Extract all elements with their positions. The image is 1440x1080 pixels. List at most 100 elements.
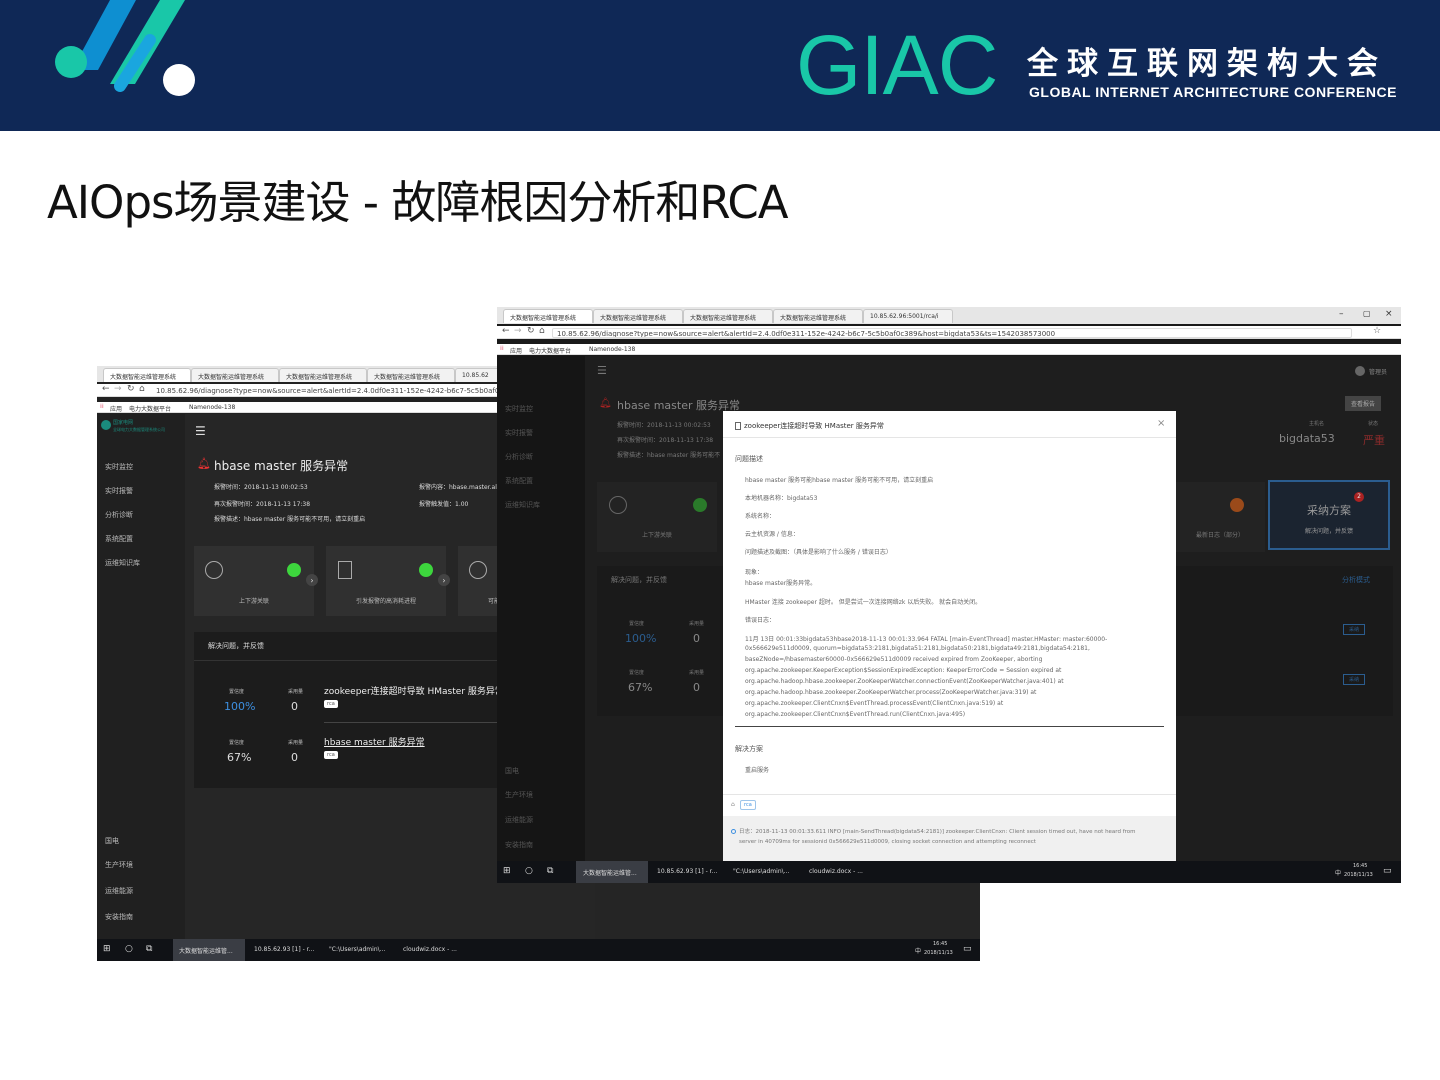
- bookmark-bigdata[interactable]: 电力大数据平台: [129, 404, 171, 413]
- close-window-icon[interactable]: ×: [1385, 309, 1393, 319]
- card-upstream[interactable]: 上下游关联: [597, 482, 717, 552]
- modal-line: 0x566629e511d0009, quorum=bigdata53:2181…: [745, 645, 1090, 652]
- browser-tab[interactable]: 大数据智能运维管理系统: [103, 368, 191, 382]
- panel-hint[interactable]: 分析模式: [1342, 575, 1370, 585]
- chevron-right-icon[interactable]: ›: [306, 574, 318, 586]
- notification-icon[interactable]: ▭: [1383, 866, 1392, 876]
- url-field[interactable]: 10.85.62.96/diagnose?type=now&source=ale…: [552, 328, 1352, 338]
- search-icon[interactable]: ○: [525, 866, 533, 876]
- minimize-icon[interactable]: –: [1339, 309, 1344, 319]
- url-field[interactable]: 10.85.62.96/diagnose?type=now&source=ale…: [152, 386, 512, 396]
- menu-item[interactable]: 分析诊断: [505, 452, 533, 462]
- taskbar-item-word[interactable]: cloudwiz.docx - ...: [403, 946, 457, 953]
- confidence-value: 67%: [628, 681, 653, 694]
- menu-item[interactable]: 实时报警: [505, 428, 533, 438]
- menu-item-monitor[interactable]: 实时监控: [105, 462, 133, 472]
- forward-arrow-icon[interactable]: →: [114, 384, 122, 394]
- card-high-consumption[interactable]: 引发报警的高消耗进程 ›: [326, 546, 450, 616]
- clock-time[interactable]: 16:45: [933, 941, 947, 947]
- card-latest-log[interactable]: 最新日志（部分）: [1175, 482, 1265, 552]
- reload-icon[interactable]: ↻: [527, 326, 535, 336]
- adopt-solution-card[interactable]: 采纳方案 2 解决问题，并反馈: [1268, 480, 1390, 550]
- card-upstream[interactable]: 上下游关联 ›: [194, 546, 318, 616]
- menu-item-analysis[interactable]: 分析诊断: [105, 510, 133, 520]
- menu-item[interactable]: 运维知识库: [505, 500, 540, 510]
- forward-arrow-icon[interactable]: →: [514, 326, 522, 336]
- browser-tab[interactable]: 大数据智能运维管理系统: [683, 309, 773, 323]
- reload-icon[interactable]: ↻: [127, 384, 135, 394]
- clock-time[interactable]: 16:45: [1353, 863, 1367, 869]
- bell-icon: 🔔︎: [599, 398, 612, 409]
- browser-tab[interactable]: 大数据智能运维管理系统: [367, 368, 455, 382]
- apps-grid-icon[interactable]: ⁞⁞: [500, 345, 504, 352]
- task-view-icon[interactable]: ⧉: [547, 866, 553, 876]
- ime-indicator[interactable]: 中: [915, 946, 921, 955]
- bookmark-apps[interactable]: 应用: [110, 404, 122, 413]
- menu-item-ops-energy[interactable]: 运维能源: [105, 886, 133, 896]
- bookmark-namenode[interactable]: Namenode-138: [589, 346, 635, 353]
- browser-tab[interactable]: 大数据智能运维管理系统: [593, 309, 683, 323]
- menu-item-install-guide[interactable]: 安装指南: [105, 912, 133, 922]
- chevron-right-icon[interactable]: ›: [438, 574, 450, 586]
- user-avatar[interactable]: [1355, 366, 1365, 376]
- back-arrow-icon[interactable]: ←: [502, 326, 510, 336]
- menu-item-config[interactable]: 系统配置: [105, 534, 133, 544]
- taskbar-item-word[interactable]: cloudwiz.docx - ...: [809, 868, 863, 875]
- menu-item-grid[interactable]: 国电: [105, 836, 119, 846]
- menu-item[interactable]: 运维能源: [505, 815, 533, 825]
- browser-tab[interactable]: 大数据智能运维管理系统: [503, 309, 593, 323]
- menu-item[interactable]: 生产环境: [505, 790, 533, 800]
- windows-start-icon[interactable]: ⊞: [503, 866, 511, 876]
- taskbar-item-notepad[interactable]: "C:\Users\admin\...: [329, 946, 385, 953]
- star-icon[interactable]: ☆: [1373, 326, 1381, 336]
- browser-tab[interactable]: 大数据智能运维管理系统: [191, 368, 279, 382]
- browser-tab[interactable]: 10.85.62.96:5001/rca/i: [863, 309, 953, 323]
- hamburger-icon[interactable]: ☰: [597, 364, 607, 377]
- solution-title[interactable]: hbase master 服务异常: [324, 735, 425, 748]
- clock-date[interactable]: 2018/11/13: [924, 950, 953, 956]
- windows-start-icon[interactable]: ⊞: [103, 944, 111, 954]
- home-icon[interactable]: ⌂: [139, 384, 145, 394]
- company-subname: 全球电力大数据管理系统公司: [113, 427, 165, 432]
- solution-title[interactable]: zookeeper连接超时导致 HMaster 服务异常: [324, 684, 504, 697]
- rca-tag[interactable]: rca: [324, 751, 338, 759]
- task-view-icon[interactable]: ⧉: [146, 944, 152, 954]
- clock-date[interactable]: 2018/11/13: [1344, 872, 1373, 878]
- notification-icon[interactable]: ▭: [963, 944, 972, 954]
- browser-tab[interactable]: 大数据智能运维管理系统: [773, 309, 863, 323]
- menu-item-knowledge[interactable]: 运维知识库: [105, 558, 140, 568]
- section-solution-title: 解决方案: [735, 745, 763, 753]
- menu-item-alarm[interactable]: 实时报警: [105, 486, 133, 496]
- taskbar-item-chrome[interactable]: 大数据智能运维管...: [179, 946, 233, 955]
- menu-item[interactable]: 系统配置: [505, 476, 533, 486]
- adopt-button[interactable]: 采纳: [1343, 624, 1366, 635]
- restore-icon[interactable]: ▢: [1363, 309, 1371, 318]
- menu-item-production[interactable]: 生产环境: [105, 860, 133, 870]
- search-icon[interactable]: ○: [125, 944, 133, 954]
- menu-item[interactable]: 实时监控: [505, 404, 533, 414]
- ime-indicator[interactable]: 中: [1335, 868, 1341, 877]
- modal-close-icon[interactable]: ×: [1157, 418, 1165, 429]
- taskbar-item-notepad[interactable]: "C:\Users\admin\...: [733, 868, 789, 875]
- back-arrow-icon[interactable]: ←: [102, 384, 110, 394]
- menu-item[interactable]: 安装指南: [505, 840, 533, 850]
- apps-grid-icon[interactable]: ⁞⁞: [100, 403, 104, 410]
- browser-tab[interactable]: 大数据智能运维管理系统: [279, 368, 367, 382]
- compass-icon: [205, 561, 223, 579]
- report-button[interactable]: 查看报告: [1345, 396, 1382, 411]
- card-label: 上下游关联: [641, 532, 672, 539]
- bookmark-bigdata[interactable]: 电力大数据平台: [529, 346, 571, 355]
- taskbar-item-terminal[interactable]: 10.85.62.93 [1] - r...: [254, 946, 314, 953]
- rca-tag[interactable]: rca: [324, 700, 338, 708]
- rca-tag[interactable]: rca: [740, 800, 756, 810]
- taskbar-item-terminal[interactable]: 10.85.62.93 [1] - r...: [657, 868, 717, 875]
- user-name[interactable]: 管理员: [1369, 367, 1387, 376]
- bookmark-namenode[interactable]: Namenode-138: [189, 404, 235, 411]
- bookmark-apps[interactable]: 应用: [510, 346, 522, 355]
- home-icon[interactable]: ⌂: [539, 326, 545, 336]
- menu-item[interactable]: 国电: [505, 766, 519, 776]
- log-bullet-icon: [731, 829, 736, 834]
- adopt-button[interactable]: 采纳: [1343, 674, 1366, 685]
- taskbar-item-chrome[interactable]: 大数据智能运维管...: [583, 868, 637, 877]
- hamburger-icon[interactable]: ☰: [195, 424, 206, 438]
